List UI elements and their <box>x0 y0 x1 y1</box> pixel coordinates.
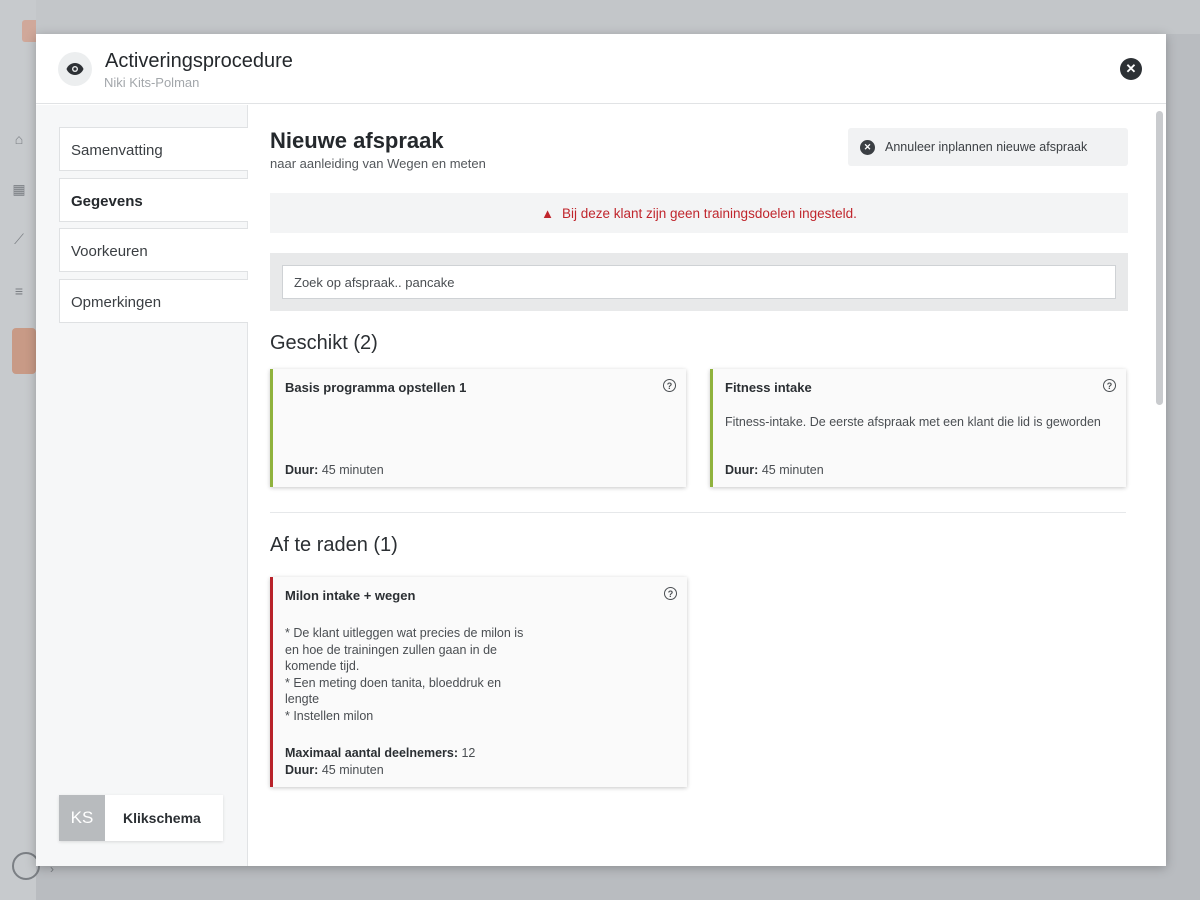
nav-item-voorkeuren[interactable]: Voorkeuren <box>59 228 248 272</box>
card-participants: Maximaal aantal deelnemers: 12 <box>285 745 475 762</box>
page-title: Nieuwe afspraak <box>270 128 444 153</box>
nav-item-opmerkingen[interactable]: Opmerkingen <box>59 279 248 323</box>
card-title: Basis programma opstellen 1 <box>285 380 467 395</box>
appointment-card[interactable]: Basis programma opstellen 1 ? Duur: 45 m… <box>270 369 686 487</box>
page-subtitle: naar aanleiding van Wegen en meten <box>270 156 486 171</box>
duration-value: 45 minuten <box>321 763 384 777</box>
nav-item-gegevens[interactable]: Gegevens <box>59 178 248 222</box>
cancel-appointment-button[interactable]: ✕ Annuleer inplannen nieuwe afspraak <box>848 128 1128 166</box>
duration-label: Duur: <box>285 463 319 477</box>
search-container <box>270 253 1128 311</box>
modal-subtitle: Niki Kits-Polman <box>104 75 200 90</box>
modal-header: Activeringsprocedure Niki Kits-Polman ✕ <box>36 34 1166 104</box>
scrollbar[interactable] <box>1152 105 1166 866</box>
klikschema-label: Klikschema <box>123 810 201 826</box>
home-icon[interactable]: ⌂ <box>10 130 28 148</box>
section-title-suitable: Geschikt (2) <box>270 332 378 354</box>
klikschema-avatar: KS <box>59 795 105 841</box>
modal-title: Activeringsprocedure <box>105 50 293 72</box>
background-topbar <box>36 0 1200 34</box>
cancel-appointment-label: Annuleer inplannen nieuwe afspraak <box>885 140 1088 154</box>
help-icon[interactable]: ? <box>1103 379 1116 392</box>
help-icon[interactable]: ? <box>663 379 676 392</box>
klikschema-button[interactable]: KS Klikschema <box>59 795 223 841</box>
appointment-modal: Activeringsprocedure Niki Kits-Polman ✕ … <box>36 34 1166 866</box>
modal-body: Samenvatting Gegevens Voorkeuren Opmerki… <box>36 105 1166 866</box>
duration-label: Duur: <box>725 463 759 477</box>
search-input[interactable] <box>282 265 1116 299</box>
warning-icon: ▲ <box>541 205 554 221</box>
card-description: * De klant uitleggen wat precies de milo… <box>285 626 524 723</box>
warning-banner: ▲ Bij deze klant zijn geen trainingsdoel… <box>270 193 1128 233</box>
card-title: Fitness intake <box>725 380 812 395</box>
card-title: Milon intake + wegen <box>285 588 416 603</box>
section-title-discouraged: Af te raden (1) <box>270 534 398 556</box>
appointment-card[interactable]: Fitness intake ? Fitness-intake. De eers… <box>710 369 1126 487</box>
left-nav: Samenvatting Gegevens Voorkeuren Opmerki… <box>36 105 248 866</box>
scrollbar-thumb[interactable] <box>1156 111 1163 405</box>
card-duration: Duur: 45 minuten <box>725 462 824 479</box>
participants-label: Maximaal aantal deelnemers: <box>285 746 458 760</box>
participants-value: 12 <box>461 746 476 760</box>
eye-icon[interactable] <box>58 52 92 86</box>
section-divider <box>270 512 1126 513</box>
card-duration: Duur: 45 minuten <box>285 762 384 779</box>
sliders-icon[interactable]: ≡ <box>10 282 28 300</box>
calendar-icon[interactable]: ▦ <box>10 180 28 198</box>
sidebar-active-indicator <box>12 328 36 374</box>
duration-label: Duur: <box>285 763 319 777</box>
background-sidebar: ⌂ ▦ ⟋ ≡ › <box>0 0 54 900</box>
warning-text: Bij deze klant zijn geen trainingsdoelen… <box>561 205 857 221</box>
close-circle-icon: ✕ <box>860 139 875 155</box>
card-duration: Duur: 45 minuten <box>285 462 384 479</box>
nav-item-samenvatting[interactable]: Samenvatting <box>59 127 248 171</box>
duration-value: 45 minuten <box>321 463 384 477</box>
duration-value: 45 minuten <box>761 463 824 477</box>
close-icon[interactable]: ✕ <box>1120 58 1142 80</box>
chart-icon[interactable]: ⟋ <box>10 230 28 248</box>
help-icon[interactable]: ? <box>664 587 677 600</box>
card-description: Fitness-intake. De eerste afspraak met e… <box>725 415 1101 429</box>
appointment-card[interactable]: Milon intake + wegen ? * De klant uitleg… <box>270 577 687 787</box>
main-content: Nieuwe afspraak naar aanleiding van Wege… <box>248 105 1166 866</box>
